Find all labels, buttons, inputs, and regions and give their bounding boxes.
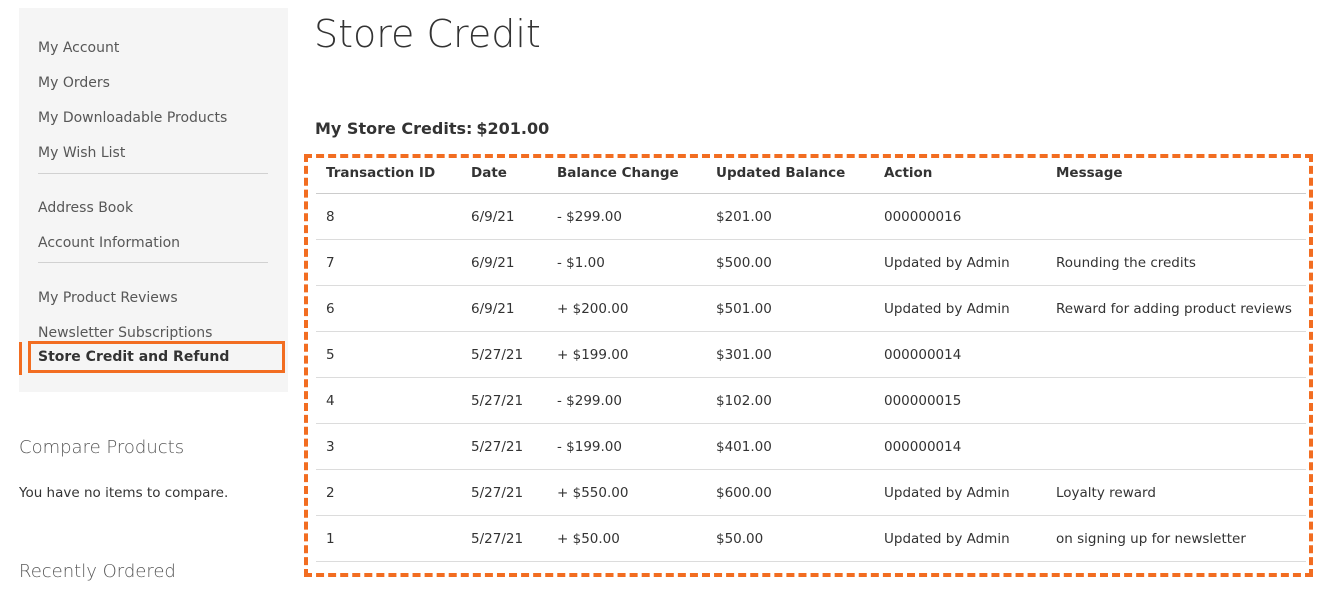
cell-id: 8 [316,193,461,240]
col-action: Action [874,152,1046,194]
cell-date: 5/27/21 [461,331,547,378]
table-row: 3 5/27/21 - $199.00 $401.00 000000014 [316,423,1306,470]
col-balance-change: Balance Change [547,152,706,194]
cell-change: - $1.00 [547,239,706,286]
cell-change: + $199.00 [547,331,706,378]
cell-action: Updated by Admin [874,469,1046,516]
nav-store-credit-label: Store Credit and Refund [38,349,230,365]
cell-message [1046,193,1306,240]
table-header-row: Transaction ID Date Balance Change Updat… [316,152,1306,194]
col-date: Date [461,152,547,194]
cell-change: - $299.00 [547,193,706,240]
cell-action: 000000014 [874,423,1046,470]
nav-account-information[interactable]: Account Information [38,233,180,253]
cell-change: - $299.00 [547,377,706,424]
store-credits-value: $201.00 [476,119,550,138]
recently-ordered-title: Recently Ordered [19,561,176,582]
cell-action: Updated by Admin [874,239,1046,286]
credit-history-table: Transaction ID Date Balance Change Updat… [316,152,1306,562]
nav-my-account[interactable]: My Account [38,38,119,58]
cell-action: 000000016 [874,193,1046,240]
cell-change: + $550.00 [547,469,706,516]
cell-balance: $501.00 [706,285,874,332]
nav-divider [38,173,268,174]
nav-wish-list[interactable]: My Wish List [38,143,125,163]
nav-downloadable-products[interactable]: My Downloadable Products [38,108,227,128]
cell-change: + $50.00 [547,515,706,562]
cell-balance: $500.00 [706,239,874,286]
store-credits-summary: My Store Credits: $201.00 [315,118,549,140]
table-row: 8 6/9/21 - $299.00 $201.00 000000016 [316,193,1306,240]
cell-id: 6 [316,285,461,332]
cell-date: 5/27/21 [461,423,547,470]
cell-message: Reward for adding product reviews [1046,285,1306,332]
cell-id: 1 [316,515,461,562]
col-updated-balance: Updated Balance [706,152,874,194]
table-row: 6 6/9/21 + $200.00 $501.00 Updated by Ad… [316,285,1306,332]
cell-balance: $50.00 [706,515,874,562]
cell-id: 3 [316,423,461,470]
table-row: 7 6/9/21 - $1.00 $500.00 Updated by Admi… [316,239,1306,286]
cell-message: Rounding the credits [1046,239,1306,286]
cell-id: 7 [316,239,461,286]
nav-divider [38,262,268,263]
cell-date: 6/9/21 [461,285,547,332]
cell-message: Loyalty reward [1046,469,1306,516]
cell-change: + $200.00 [547,285,706,332]
cell-change: - $199.00 [547,423,706,470]
cell-action: Updated by Admin [874,285,1046,332]
store-credits-label: My Store Credits: [315,119,473,138]
cell-date: 5/27/21 [461,515,547,562]
cell-action: 000000014 [874,331,1046,378]
cell-date: 6/9/21 [461,193,547,240]
cell-message [1046,377,1306,424]
cell-date: 5/27/21 [461,377,547,424]
cell-date: 5/27/21 [461,469,547,516]
active-nav-marker [19,342,22,375]
cell-id: 2 [316,469,461,516]
compare-products-title: Compare Products [19,437,185,458]
cell-id: 4 [316,377,461,424]
table-row: 1 5/27/21 + $50.00 $50.00 Updated by Adm… [316,515,1306,562]
cell-id: 5 [316,331,461,378]
nav-newsletter-subscriptions[interactable]: Newsletter Subscriptions [38,323,212,343]
cell-date: 6/9/21 [461,239,547,286]
page-title: Store Credit [314,12,541,56]
cell-balance: $201.00 [706,193,874,240]
nav-store-credit-active[interactable]: Store Credit and Refund [28,341,285,373]
cell-balance: $102.00 [706,377,874,424]
cell-message: on signing up for newsletter [1046,515,1306,562]
table-row: 5 5/27/21 + $199.00 $301.00 000000014 [316,331,1306,378]
compare-empty-text: You have no items to compare. [19,485,229,501]
col-transaction-id: Transaction ID [316,152,461,194]
cell-balance: $301.00 [706,331,874,378]
cell-balance: $401.00 [706,423,874,470]
cell-message [1046,423,1306,470]
col-message: Message [1046,152,1306,194]
table-row: 4 5/27/21 - $299.00 $102.00 000000015 [316,377,1306,424]
cell-balance: $600.00 [706,469,874,516]
nav-product-reviews[interactable]: My Product Reviews [38,288,178,308]
cell-action: Updated by Admin [874,515,1046,562]
account-nav: My Account My Orders My Downloadable Pro… [19,8,288,392]
nav-address-book[interactable]: Address Book [38,198,133,218]
nav-my-orders[interactable]: My Orders [38,73,110,93]
table-row: 2 5/27/21 + $550.00 $600.00 Updated by A… [316,469,1306,516]
cell-action: 000000015 [874,377,1046,424]
cell-message [1046,331,1306,378]
